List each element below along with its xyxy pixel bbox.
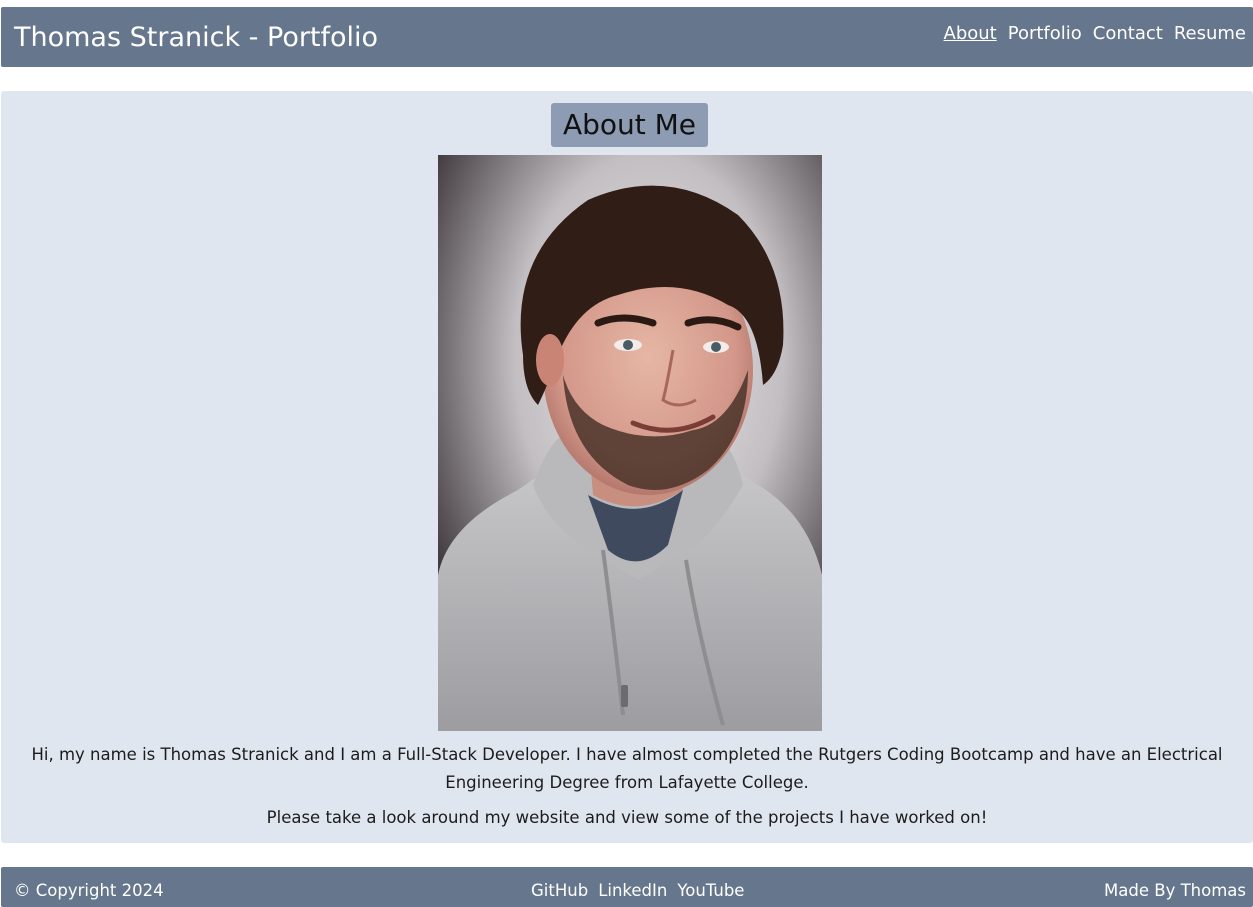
nav-link-portfolio[interactable]: Portfolio [1008, 21, 1082, 47]
site-title: Thomas Stranick - Portfolio [14, 22, 379, 53]
footer-link-youtube[interactable]: YouTube [677, 881, 744, 900]
site-footer: © Copyright 2024 GitHub LinkedIn YouTube… [1, 867, 1253, 907]
nav-link-about[interactable]: About [944, 21, 997, 47]
site-header: Thomas Stranick - Portfolio About Portfo… [1, 7, 1253, 67]
copyright-text: © Copyright 2024 [14, 881, 164, 900]
main-nav: About Portfolio Contact Resume [944, 21, 1246, 47]
social-links: GitHub LinkedIn YouTube [531, 881, 744, 900]
footer-link-linkedin[interactable]: LinkedIn [598, 881, 667, 900]
about-heading: About Me [551, 103, 708, 147]
nav-link-resume[interactable]: Resume [1174, 21, 1246, 47]
profile-photo [438, 155, 822, 731]
nav-link-contact[interactable]: Contact [1093, 21, 1163, 47]
footer-link-github[interactable]: GitHub [531, 881, 588, 900]
about-section: About Me Hi, my name is Thomas Stranick … [1, 91, 1253, 843]
made-by-text: Made By Thomas [1104, 881, 1246, 900]
bio-invitation: Please take a look around my website and… [266, 808, 988, 827]
bio-paragraph: Hi, my name is Thomas Stranick and I am … [31, 745, 1223, 792]
